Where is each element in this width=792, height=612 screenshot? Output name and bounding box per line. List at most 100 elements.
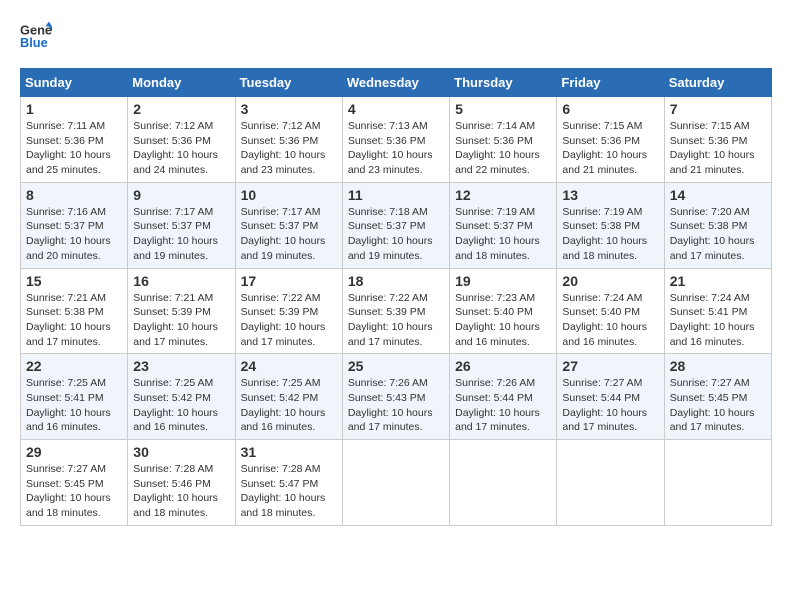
calendar-cell: 6 Sunrise: 7:15 AMSunset: 5:36 PMDaylight… [557, 97, 664, 183]
day-number: 26 [455, 358, 551, 374]
day-number: 16 [133, 273, 229, 289]
day-number: 30 [133, 444, 229, 460]
day-number: 21 [670, 273, 766, 289]
day-info: Sunrise: 7:14 AMSunset: 5:36 PMDaylight:… [455, 119, 551, 178]
day-number: 6 [562, 101, 658, 117]
day-info: Sunrise: 7:11 AMSunset: 5:36 PMDaylight:… [26, 119, 122, 178]
day-number: 27 [562, 358, 658, 374]
calendar-cell: 11 Sunrise: 7:18 AMSunset: 5:37 PMDayligh… [342, 182, 449, 268]
day-info: Sunrise: 7:13 AMSunset: 5:36 PMDaylight:… [348, 119, 444, 178]
day-info: Sunrise: 7:19 AMSunset: 5:38 PMDaylight:… [562, 205, 658, 264]
day-info: Sunrise: 7:22 AMSunset: 5:39 PMDaylight:… [241, 291, 337, 350]
calendar-cell: 4 Sunrise: 7:13 AMSunset: 5:36 PMDaylight… [342, 97, 449, 183]
day-number: 31 [241, 444, 337, 460]
calendar-cell: 3 Sunrise: 7:12 AMSunset: 5:36 PMDaylight… [235, 97, 342, 183]
calendar-cell: 1 Sunrise: 7:11 AMSunset: 5:36 PMDaylight… [21, 97, 128, 183]
day-info: Sunrise: 7:17 AMSunset: 5:37 PMDaylight:… [241, 205, 337, 264]
day-info: Sunrise: 7:26 AMSunset: 5:43 PMDaylight:… [348, 376, 444, 435]
calendar-cell: 8Sunrise: 7:16 AMSunset: 5:37 PMDaylight… [21, 182, 128, 268]
day-info: Sunrise: 7:27 AMSunset: 5:45 PMDaylight:… [26, 462, 122, 521]
calendar-cell: 15 Sunrise: 7:21 AMSunset: 5:38 PMDayligh… [21, 268, 128, 354]
day-number: 13 [562, 187, 658, 203]
day-number: 20 [562, 273, 658, 289]
day-info: Sunrise: 7:16 AMSunset: 5:37 PMDaylight:… [26, 205, 122, 264]
day-number: 3 [241, 101, 337, 117]
calendar-cell: 30 Sunrise: 7:28 AMSunset: 5:46 PMDayligh… [128, 440, 235, 526]
calendar-cell: 27 Sunrise: 7:27 AMSunset: 5:44 PMDayligh… [557, 354, 664, 440]
page-header: General Blue [20, 20, 772, 52]
weekday-header-friday: Friday [557, 69, 664, 97]
calendar-cell: 26 Sunrise: 7:26 AMSunset: 5:44 PMDayligh… [450, 354, 557, 440]
calendar-cell: 28 Sunrise: 7:27 AMSunset: 5:45 PMDayligh… [664, 354, 771, 440]
day-number: 17 [241, 273, 337, 289]
calendar-cell: 17 Sunrise: 7:22 AMSunset: 5:39 PMDayligh… [235, 268, 342, 354]
day-number: 29 [26, 444, 122, 460]
weekday-header-sunday: Sunday [21, 69, 128, 97]
day-info: Sunrise: 7:21 AMSunset: 5:38 PMDaylight:… [26, 291, 122, 350]
day-info: Sunrise: 7:26 AMSunset: 5:44 PMDaylight:… [455, 376, 551, 435]
day-number: 7 [670, 101, 766, 117]
calendar-cell: 19Sunrise: 7:23 AMSunset: 5:40 PMDayligh… [450, 268, 557, 354]
day-info: Sunrise: 7:25 AMSunset: 5:41 PMDaylight:… [26, 376, 122, 435]
calendar-cell: 2 Sunrise: 7:12 AMSunset: 5:36 PMDaylight… [128, 97, 235, 183]
calendar-cell: 14 Sunrise: 7:20 AMSunset: 5:38 PMDayligh… [664, 182, 771, 268]
calendar-cell: 21 Sunrise: 7:24 AMSunset: 5:41 PMDayligh… [664, 268, 771, 354]
calendar-cell: 13 Sunrise: 7:19 AMSunset: 5:38 PMDayligh… [557, 182, 664, 268]
day-info: Sunrise: 7:12 AMSunset: 5:36 PMDaylight:… [133, 119, 229, 178]
day-number: 28 [670, 358, 766, 374]
calendar-cell [450, 440, 557, 526]
day-number: 23 [133, 358, 229, 374]
day-number: 12 [455, 187, 551, 203]
day-info: Sunrise: 7:15 AMSunset: 5:36 PMDaylight:… [670, 119, 766, 178]
calendar-cell: 18Sunrise: 7:22 AMSunset: 5:39 PMDayligh… [342, 268, 449, 354]
calendar-table: SundayMondayTuesdayWednesdayThursdayFrid… [20, 68, 772, 526]
calendar-cell: 12 Sunrise: 7:19 AMSunset: 5:37 PMDayligh… [450, 182, 557, 268]
day-info: Sunrise: 7:28 AMSunset: 5:46 PMDaylight:… [133, 462, 229, 521]
day-number: 24 [241, 358, 337, 374]
day-number: 2 [133, 101, 229, 117]
logo-icon: General Blue [20, 20, 52, 52]
day-info: Sunrise: 7:24 AMSunset: 5:40 PMDaylight:… [562, 291, 658, 350]
calendar-cell [557, 440, 664, 526]
day-number: 14 [670, 187, 766, 203]
calendar-cell [664, 440, 771, 526]
day-info: Sunrise: 7:27 AMSunset: 5:45 PMDaylight:… [670, 376, 766, 435]
day-number: 4 [348, 101, 444, 117]
calendar-cell: 10 Sunrise: 7:17 AMSunset: 5:37 PMDayligh… [235, 182, 342, 268]
logo: General Blue [20, 20, 52, 52]
day-number: 10 [241, 187, 337, 203]
day-number: 1 [26, 101, 122, 117]
day-info: Sunrise: 7:20 AMSunset: 5:38 PMDaylight:… [670, 205, 766, 264]
calendar-cell: 16 Sunrise: 7:21 AMSunset: 5:39 PMDayligh… [128, 268, 235, 354]
day-number: 9 [133, 187, 229, 203]
calendar-cell: 25 Sunrise: 7:26 AMSunset: 5:43 PMDayligh… [342, 354, 449, 440]
day-info: Sunrise: 7:15 AMSunset: 5:36 PMDaylight:… [562, 119, 658, 178]
day-info: Sunrise: 7:28 AMSunset: 5:47 PMDaylight:… [241, 462, 337, 521]
day-info: Sunrise: 7:24 AMSunset: 5:41 PMDaylight:… [670, 291, 766, 350]
day-number: 22 [26, 358, 122, 374]
day-info: Sunrise: 7:21 AMSunset: 5:39 PMDaylight:… [133, 291, 229, 350]
calendar-cell: 23Sunrise: 7:25 AMSunset: 5:42 PMDayligh… [128, 354, 235, 440]
weekday-header-monday: Monday [128, 69, 235, 97]
calendar-cell: 29 Sunrise: 7:27 AMSunset: 5:45 PMDayligh… [21, 440, 128, 526]
day-info: Sunrise: 7:18 AMSunset: 5:37 PMDaylight:… [348, 205, 444, 264]
calendar-cell: 24 Sunrise: 7:25 AMSunset: 5:42 PMDayligh… [235, 354, 342, 440]
calendar-cell: 22 Sunrise: 7:25 AMSunset: 5:41 PMDayligh… [21, 354, 128, 440]
day-info: Sunrise: 7:25 AMSunset: 5:42 PMDaylight:… [241, 376, 337, 435]
svg-text:Blue: Blue [20, 35, 48, 50]
day-number: 15 [26, 273, 122, 289]
weekday-header-thursday: Thursday [450, 69, 557, 97]
calendar-cell [342, 440, 449, 526]
day-number: 18 [348, 273, 444, 289]
day-number: 11 [348, 187, 444, 203]
day-number: 5 [455, 101, 551, 117]
day-number: 25 [348, 358, 444, 374]
calendar-cell: 31 Sunrise: 7:28 AMSunset: 5:47 PMDayligh… [235, 440, 342, 526]
calendar-cell: 5 Sunrise: 7:14 AMSunset: 5:36 PMDaylight… [450, 97, 557, 183]
weekday-header-saturday: Saturday [664, 69, 771, 97]
day-info: Sunrise: 7:19 AMSunset: 5:37 PMDaylight:… [455, 205, 551, 264]
day-info: Sunrise: 7:17 AMSunset: 5:37 PMDaylight:… [133, 205, 229, 264]
day-info: Sunrise: 7:27 AMSunset: 5:44 PMDaylight:… [562, 376, 658, 435]
day-info: Sunrise: 7:12 AMSunset: 5:36 PMDaylight:… [241, 119, 337, 178]
weekday-header-tuesday: Tuesday [235, 69, 342, 97]
